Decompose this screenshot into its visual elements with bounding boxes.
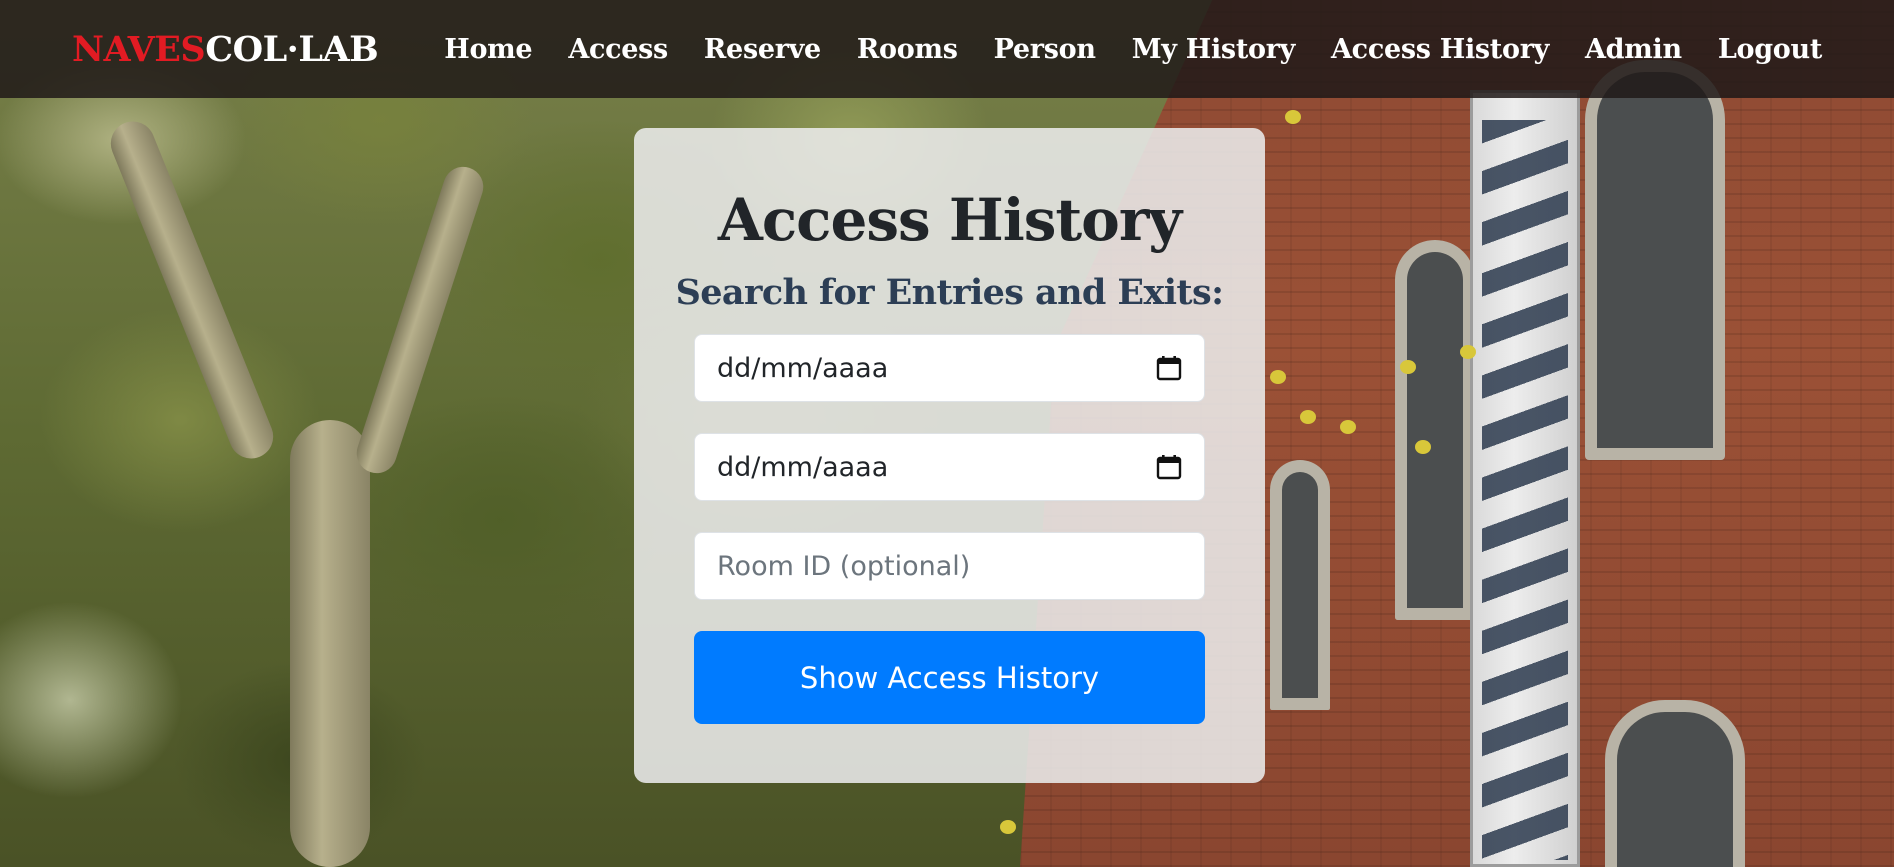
nav-link-person[interactable]: Person bbox=[976, 34, 1114, 65]
nav-link-rooms[interactable]: Rooms bbox=[839, 34, 976, 65]
nav-link-logout[interactable]: Logout bbox=[1700, 34, 1822, 65]
access-history-card: Access History Search for Entries and Ex… bbox=[634, 128, 1265, 783]
nav-link-access-history[interactable]: Access History bbox=[1313, 34, 1567, 65]
nav-link-reserve[interactable]: Reserve bbox=[686, 34, 839, 65]
nav-link-my-history[interactable]: My History bbox=[1114, 34, 1313, 65]
calendar-icon[interactable] bbox=[1156, 454, 1182, 480]
background-leaf bbox=[1270, 370, 1286, 384]
start-date-field[interactable]: dd/mm/aaaa bbox=[694, 334, 1205, 402]
end-date-field[interactable]: dd/mm/aaaa bbox=[694, 433, 1205, 501]
nav-link-home[interactable]: Home bbox=[426, 34, 550, 65]
nav-links: Home Access Reserve Rooms Person My Hist… bbox=[426, 34, 1822, 65]
brand-logo[interactable]: NAVESCOL·LAB bbox=[72, 28, 379, 70]
nav-link-access[interactable]: Access bbox=[550, 34, 686, 65]
background-window bbox=[1585, 60, 1725, 460]
background-leaf bbox=[1460, 345, 1476, 359]
end-date-value: dd/mm/aaaa bbox=[717, 451, 889, 483]
background-leaf bbox=[1340, 420, 1356, 434]
show-access-history-button[interactable]: Show Access History bbox=[694, 631, 1205, 724]
nav-link-admin[interactable]: Admin bbox=[1567, 34, 1700, 65]
background-leaf bbox=[1400, 360, 1416, 374]
form-subtitle: Search for Entries and Exits: bbox=[675, 272, 1224, 313]
page-title: Access History bbox=[717, 186, 1182, 254]
room-id-field bbox=[694, 532, 1205, 600]
room-id-input[interactable] bbox=[717, 550, 1182, 582]
background-leaf bbox=[1285, 110, 1301, 124]
background-window bbox=[1395, 240, 1475, 620]
background-tree-trunk bbox=[290, 420, 370, 867]
brand-logo-white-part: COL·LAB bbox=[205, 28, 379, 70]
background-window bbox=[1270, 460, 1330, 710]
brand-logo-red-part: NAVES bbox=[72, 28, 206, 70]
background-leaf bbox=[1300, 410, 1316, 424]
navbar: NAVESCOL·LAB Home Access Reserve Rooms P… bbox=[0, 0, 1894, 98]
calendar-icon[interactable] bbox=[1156, 355, 1182, 381]
background-leaf bbox=[1000, 820, 1016, 834]
background-banner-lettering bbox=[1482, 120, 1568, 860]
background-leaf bbox=[1415, 440, 1431, 454]
background-window bbox=[1605, 700, 1745, 867]
start-date-value: dd/mm/aaaa bbox=[717, 352, 889, 384]
